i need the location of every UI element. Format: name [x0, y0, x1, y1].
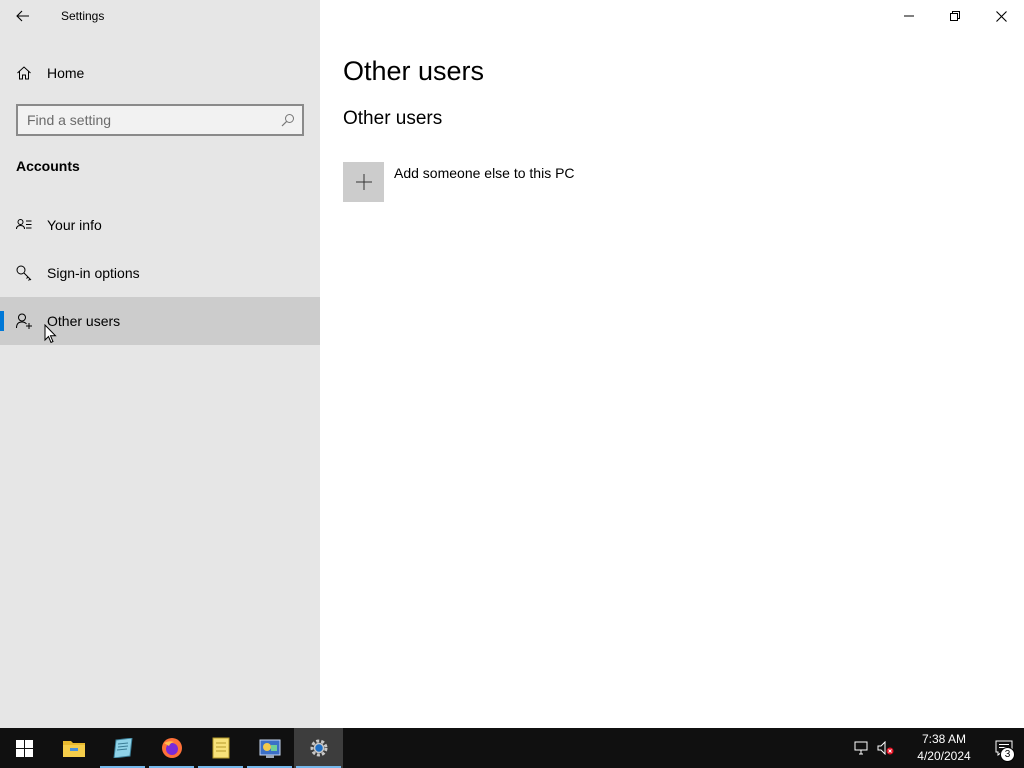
add-person-icon	[16, 313, 32, 329]
restore-icon	[950, 11, 960, 21]
settings-gear-icon	[310, 739, 327, 757]
clock[interactable]: 7:38 AM 4/20/2024	[904, 731, 984, 765]
notes-icon	[212, 737, 229, 759]
page-title: Other users	[343, 56, 485, 86]
contact-card-icon	[16, 217, 32, 233]
control-panel-icon	[259, 739, 280, 758]
key-icon	[16, 265, 32, 281]
back-button[interactable]	[0, 0, 46, 32]
taskbar-firefox[interactable]	[147, 728, 196, 768]
home-icon	[16, 65, 32, 81]
section-header: Accounts	[16, 158, 80, 174]
back-arrow-icon	[16, 10, 29, 22]
add-tile[interactable]	[343, 162, 384, 202]
app-title: Settings	[61, 9, 105, 23]
search-input[interactable]	[18, 106, 274, 134]
window-controls	[886, 0, 1024, 32]
mouse-cursor-icon	[44, 324, 57, 344]
section-title: Other users	[343, 108, 443, 129]
windows-logo-icon	[16, 739, 33, 757]
firefox-icon	[161, 738, 182, 758]
close-button[interactable]	[978, 0, 1024, 32]
minimize-icon	[904, 15, 914, 17]
title-bar: Settings	[0, 0, 320, 32]
sidebar-item-your-info[interactable]: Your info	[0, 201, 320, 249]
add-someone-else-button[interactable]: Add someone else to this PC	[343, 162, 575, 202]
home-label: Home	[47, 65, 85, 81]
add-someone-label: Add someone else to this PC	[394, 165, 575, 181]
sidebar-item-label: Other users	[47, 313, 121, 329]
search-box[interactable]	[16, 104, 304, 136]
taskbar-notes[interactable]	[196, 728, 245, 768]
taskbar-settings[interactable]	[294, 728, 343, 768]
taskbar-control-panel[interactable]	[245, 728, 294, 768]
notification-count-badge: 3	[1000, 747, 1015, 762]
plus-icon	[355, 174, 372, 190]
sidebar: Settings Home Accounts	[0, 0, 320, 728]
clock-date: 4/20/2024	[917, 749, 971, 763]
taskbar-notepad[interactable]	[98, 728, 147, 768]
sidebar-item-sign-in-options[interactable]: Sign-in options	[0, 249, 320, 297]
search-icon[interactable]	[274, 106, 302, 134]
clock-time: 7:38 AM	[921, 732, 967, 746]
sidebar-item-label: Your info	[47, 217, 102, 233]
system-tray: 7:38 AM 4/20/2024 3	[850, 728, 1024, 768]
volume-muted-icon[interactable]	[874, 728, 898, 768]
close-icon	[995, 10, 1007, 22]
notepad-icon	[112, 738, 133, 758]
file-explorer-icon	[62, 741, 85, 757]
minimize-button[interactable]	[886, 0, 932, 32]
sidebar-item-home[interactable]: Home	[0, 56, 320, 90]
taskbar-file-explorer[interactable]	[49, 728, 98, 768]
action-center-button[interactable]: 3	[984, 728, 1024, 768]
start-button[interactable]	[0, 728, 49, 768]
restore-button[interactable]	[932, 0, 978, 32]
network-icon[interactable]	[850, 728, 874, 768]
main-content: Other users Other users Add someone else…	[320, 0, 1024, 728]
sidebar-item-label: Sign-in options	[47, 265, 140, 281]
taskbar: 7:38 AM 4/20/2024 3	[0, 728, 1024, 768]
